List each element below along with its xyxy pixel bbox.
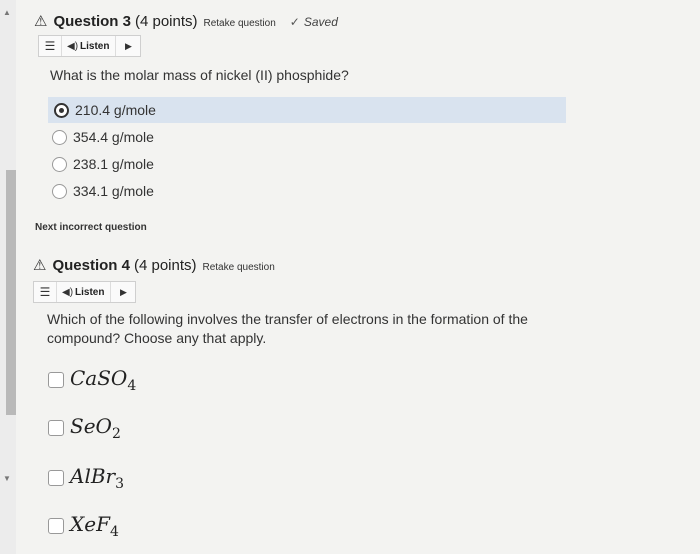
answer-option[interactable]: 334.1 g/mole <box>48 178 154 204</box>
speaker-icon: ◀) <box>62 286 74 298</box>
listen-label[interactable]: Listen <box>80 41 115 52</box>
checkbox[interactable] <box>48 470 64 486</box>
choice-option[interactable]: SeO2 <box>48 414 121 442</box>
prompt-line: compound? Choose any that apply. <box>47 330 267 346</box>
play-icon[interactable]: ▶ <box>115 36 140 56</box>
scroll-thumb[interactable] <box>6 170 16 415</box>
formula-label: CaSO4 <box>70 366 137 394</box>
answer-option-label: 238.1 g/mole <box>73 156 154 172</box>
menu-icon[interactable]: ☰ <box>39 36 62 56</box>
play-icon[interactable]: ▶ <box>110 282 135 302</box>
question-prompt: What is the molar mass of nickel (II) ph… <box>50 67 349 83</box>
saved-status: ✓ Saved <box>289 15 338 29</box>
answer-option[interactable]: 238.1 g/mole <box>48 151 154 177</box>
question-prompt: Which of the following involves the tran… <box>47 310 607 348</box>
check-icon: ✓ <box>289 15 300 29</box>
retake-question-link[interactable]: Retake question <box>204 18 276 29</box>
question-title: Question 4 <box>52 257 130 274</box>
answer-option-label: 210.4 g/mole <box>75 102 156 118</box>
choice-option[interactable]: CaSO4 <box>48 366 136 394</box>
answer-option[interactable]: 354.4 g/mole <box>48 124 154 150</box>
prompt-line: Which of the following involves the tran… <box>47 311 528 327</box>
retake-question-link[interactable]: Retake question <box>203 262 275 273</box>
question-points: (4 points) <box>133 257 197 274</box>
question-3-header: ⚠ Question 3 (4 points) Retake question … <box>34 12 338 30</box>
listen-widget[interactable]: ☰ ◀) Listen ▶ <box>38 35 142 57</box>
choice-option[interactable]: AlBr3 <box>48 464 124 492</box>
radio-selected[interactable] <box>54 102 69 118</box>
menu-icon[interactable]: ☰ <box>34 282 57 302</box>
radio-button[interactable] <box>52 183 67 199</box>
answer-option-label: 334.1 g/mole <box>73 183 154 199</box>
listen-widget[interactable]: ☰ ◀) Listen ▶ <box>33 281 137 303</box>
answer-option-label: 354.4 g/mole <box>73 129 154 145</box>
next-incorrect-link[interactable]: Next incorrect question <box>35 222 147 233</box>
choice-option[interactable]: XeF4 <box>48 512 119 540</box>
speaker-icon: ◀) <box>67 40 79 52</box>
formula-label: SeO2 <box>70 414 121 442</box>
left-scrollbar[interactable]: ▲ ▼ <box>0 0 16 554</box>
question-title: Question 3 <box>53 13 131 30</box>
formula-label: XeF4 <box>70 512 119 540</box>
radio-button[interactable] <box>52 129 67 145</box>
listen-label[interactable]: Listen <box>75 287 110 298</box>
answer-option[interactable]: 210.4 g/mole <box>48 97 566 123</box>
formula-label: AlBr3 <box>70 464 125 492</box>
warning-triangle-icon: ⚠ <box>34 13 48 30</box>
checkbox[interactable] <box>48 372 64 388</box>
question-points: (4 points) <box>134 13 198 30</box>
checkbox[interactable] <box>48 518 64 534</box>
scroll-up-icon[interactable]: ▲ <box>3 8 11 17</box>
scroll-down-icon[interactable]: ▼ <box>3 474 11 483</box>
checkbox[interactable] <box>48 420 64 436</box>
warning-triangle-icon: ⚠ <box>33 257 47 274</box>
question-4-header: ⚠ Question 4 (4 points) Retake question <box>33 256 275 274</box>
radio-button[interactable] <box>52 156 67 172</box>
